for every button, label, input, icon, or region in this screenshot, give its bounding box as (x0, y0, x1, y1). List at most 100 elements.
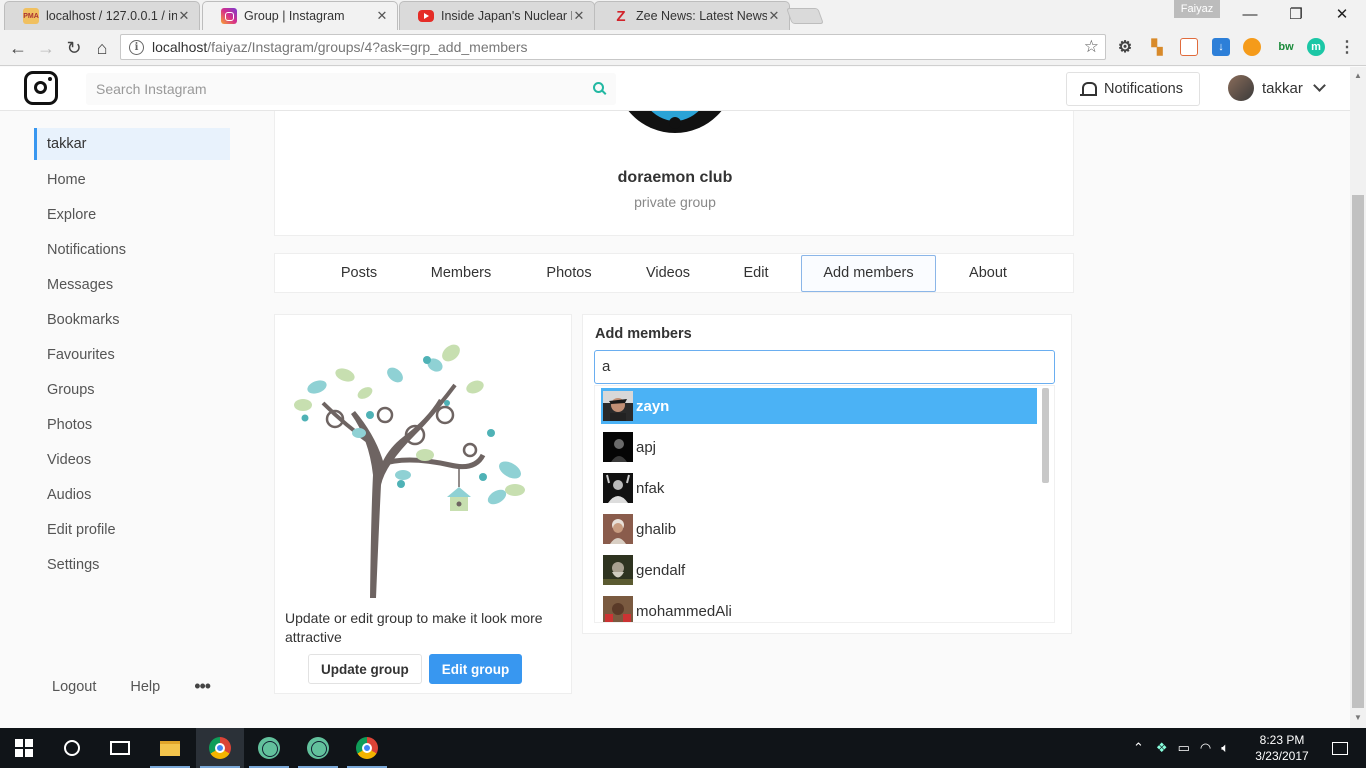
dropdown-scrollbar[interactable] (1042, 388, 1049, 483)
close-tab-icon[interactable]: ✕ (767, 8, 781, 24)
url-path: /faiyaz/Instagram/groups/4?ask=grp_add_m… (207, 39, 528, 55)
search-cortana-icon[interactable] (48, 728, 96, 768)
sidebar-footer: Logout Help ••• (52, 676, 244, 697)
sidebar-item-messages[interactable]: Messages (34, 268, 230, 303)
phpmyadmin-icon: PMA (23, 8, 39, 24)
minimize-icon[interactable]: — (1227, 0, 1273, 28)
tab-about[interactable]: About (955, 254, 1021, 292)
logout-link[interactable]: Logout (52, 679, 96, 695)
close-tab-icon[interactable]: ✕ (572, 8, 586, 24)
chrome-icon[interactable] (196, 728, 244, 768)
wifi-icon[interactable]: ◠ (1200, 740, 1211, 756)
battery-icon[interactable]: ▭ (1178, 740, 1190, 756)
browser-tab-phpmyadmin[interactable]: PMA localhost / 127.0.0.1 / ins ✕ (4, 1, 200, 30)
search-icon[interactable] (593, 82, 604, 93)
page-scrollbar[interactable]: ▲ ▼ (1350, 67, 1366, 728)
extension-bw-icon[interactable]: bw (1275, 38, 1297, 56)
network-status-icon[interactable]: ❖ (1156, 740, 1168, 756)
tab-add-members[interactable]: Add members (801, 255, 936, 292)
browser-tab-instagram[interactable]: Group | Instagram ✕ (202, 1, 398, 30)
group-type: private group (634, 194, 716, 210)
chevron-down-icon[interactable] (1312, 79, 1326, 92)
browser-profile-name[interactable]: Faiyaz (1174, 0, 1220, 18)
edit-group-button[interactable]: Edit group (428, 654, 523, 684)
sidebar-item-home[interactable]: Home (34, 163, 230, 198)
tab-members[interactable]: Members (421, 254, 501, 292)
user-thumbnail (603, 473, 633, 503)
suggestion-item[interactable]: nfak (601, 470, 1037, 506)
url-host: localhost (152, 39, 208, 55)
help-link[interactable]: Help (130, 679, 160, 695)
tab-edit[interactable]: Edit (731, 254, 781, 292)
more-options-icon[interactable]: ••• (194, 676, 211, 697)
restore-icon[interactable]: ❐ (1273, 0, 1319, 28)
suggestion-item[interactable]: mohammedAli (601, 593, 1037, 622)
extension-orange-icon[interactable] (1243, 38, 1261, 56)
tab-title: Inside Japan's Nuclear M (441, 9, 572, 23)
instagram-logo-icon[interactable] (24, 71, 58, 105)
sidebar-item-photos[interactable]: Photos (34, 408, 230, 443)
close-tab-icon[interactable]: ✕ (177, 8, 191, 24)
download-icon[interactable]: ↓ (1212, 38, 1230, 56)
address-bar[interactable]: i localhost/faiyaz/Instagram/groups/4?as… (120, 34, 1106, 60)
suggestion-item[interactable]: ghalib (601, 511, 1037, 547)
system-tray: ⌃ ❖ ▭ ◠ 🔈︎ (1133, 728, 1229, 768)
browser-tab-youtube[interactable]: Inside Japan's Nuclear M ✕ (399, 1, 595, 30)
sidebar-item-explore[interactable]: Explore (34, 198, 230, 233)
reload-icon[interactable]: ↻ (62, 36, 86, 60)
task-view-icon[interactable] (96, 728, 144, 768)
info-icon[interactable]: i (129, 39, 144, 55)
sidebar-item-audios[interactable]: Audios (34, 478, 230, 513)
bookmark-star-icon[interactable]: ☆ (1084, 37, 1099, 57)
scrollbar-thumb[interactable] (1352, 195, 1364, 708)
browser-tab-zee-news[interactable]: Z Zee News: Latest News H ✕ (594, 1, 790, 30)
search-input[interactable]: Search Instagram (86, 73, 616, 105)
tab-posts[interactable]: Posts (325, 254, 393, 292)
sidebar-item-videos[interactable]: Videos (34, 443, 230, 478)
suggestion-item[interactable]: apj (601, 429, 1037, 465)
close-tab-icon[interactable]: ✕ (375, 8, 389, 24)
extension-bookmark-icon[interactable]: ▚ (1148, 38, 1166, 56)
windows-start-icon[interactable] (0, 728, 48, 768)
atom-icon[interactable] (245, 728, 293, 768)
sidebar-item-bookmarks[interactable]: Bookmarks (34, 303, 230, 338)
sidebar-item-favourites[interactable]: Favourites (34, 338, 230, 373)
file-explorer-icon[interactable] (146, 728, 194, 768)
sidebar-item-profile[interactable]: takkar (34, 128, 230, 160)
atom-icon[interactable] (294, 728, 342, 768)
sidebar-item-edit-profile[interactable]: Edit profile (34, 513, 230, 548)
volume-icon[interactable]: 🔈︎ (1221, 740, 1229, 756)
chrome-icon[interactable] (343, 728, 391, 768)
extension-m-icon[interactable]: m (1307, 38, 1325, 56)
update-group-button[interactable]: Update group (308, 654, 422, 684)
sidebar-item-notifications[interactable]: Notifications (34, 233, 230, 268)
sidebar-item-settings[interactable]: Settings (34, 548, 230, 583)
user-thumbnail (603, 555, 633, 585)
forward-icon[interactable]: → (34, 36, 58, 60)
add-members-input[interactable]: a (594, 350, 1055, 384)
notifications-label: Notifications (1104, 81, 1183, 97)
chevron-up-icon[interactable]: ⌃ (1133, 740, 1144, 756)
new-tab-button[interactable] (786, 8, 824, 24)
tab-videos[interactable]: Videos (635, 254, 701, 292)
notifications-button[interactable]: Notifications (1066, 72, 1200, 106)
instagram-icon (221, 8, 237, 24)
taskbar-clock[interactable]: 8:23 PM 3/23/2017 (1250, 732, 1314, 764)
extension-note-icon[interactable] (1180, 38, 1198, 56)
sidebar-item-groups[interactable]: Groups (34, 373, 230, 408)
tab-photos[interactable]: Photos (535, 254, 603, 292)
suggestion-item[interactable]: zayn (601, 388, 1037, 424)
action-center-icon[interactable] (1318, 728, 1362, 768)
settings-gear-icon[interactable]: ⚙ (1116, 38, 1134, 56)
scroll-down-icon[interactable]: ▼ (1354, 713, 1362, 722)
scroll-up-icon[interactable]: ▲ (1354, 71, 1362, 80)
back-icon[interactable]: ← (6, 36, 30, 60)
suggestion-item[interactable]: gendalf (601, 552, 1037, 588)
youtube-icon (418, 10, 434, 22)
home-icon[interactable]: ⌂ (90, 36, 114, 60)
browser-menu-icon[interactable]: ⋮ (1338, 38, 1356, 56)
close-window-icon[interactable]: ✕ (1319, 0, 1365, 28)
group-name: doraemon club (617, 169, 733, 186)
user-menu[interactable]: takkar (1228, 75, 1326, 101)
username: takkar (1262, 79, 1303, 97)
